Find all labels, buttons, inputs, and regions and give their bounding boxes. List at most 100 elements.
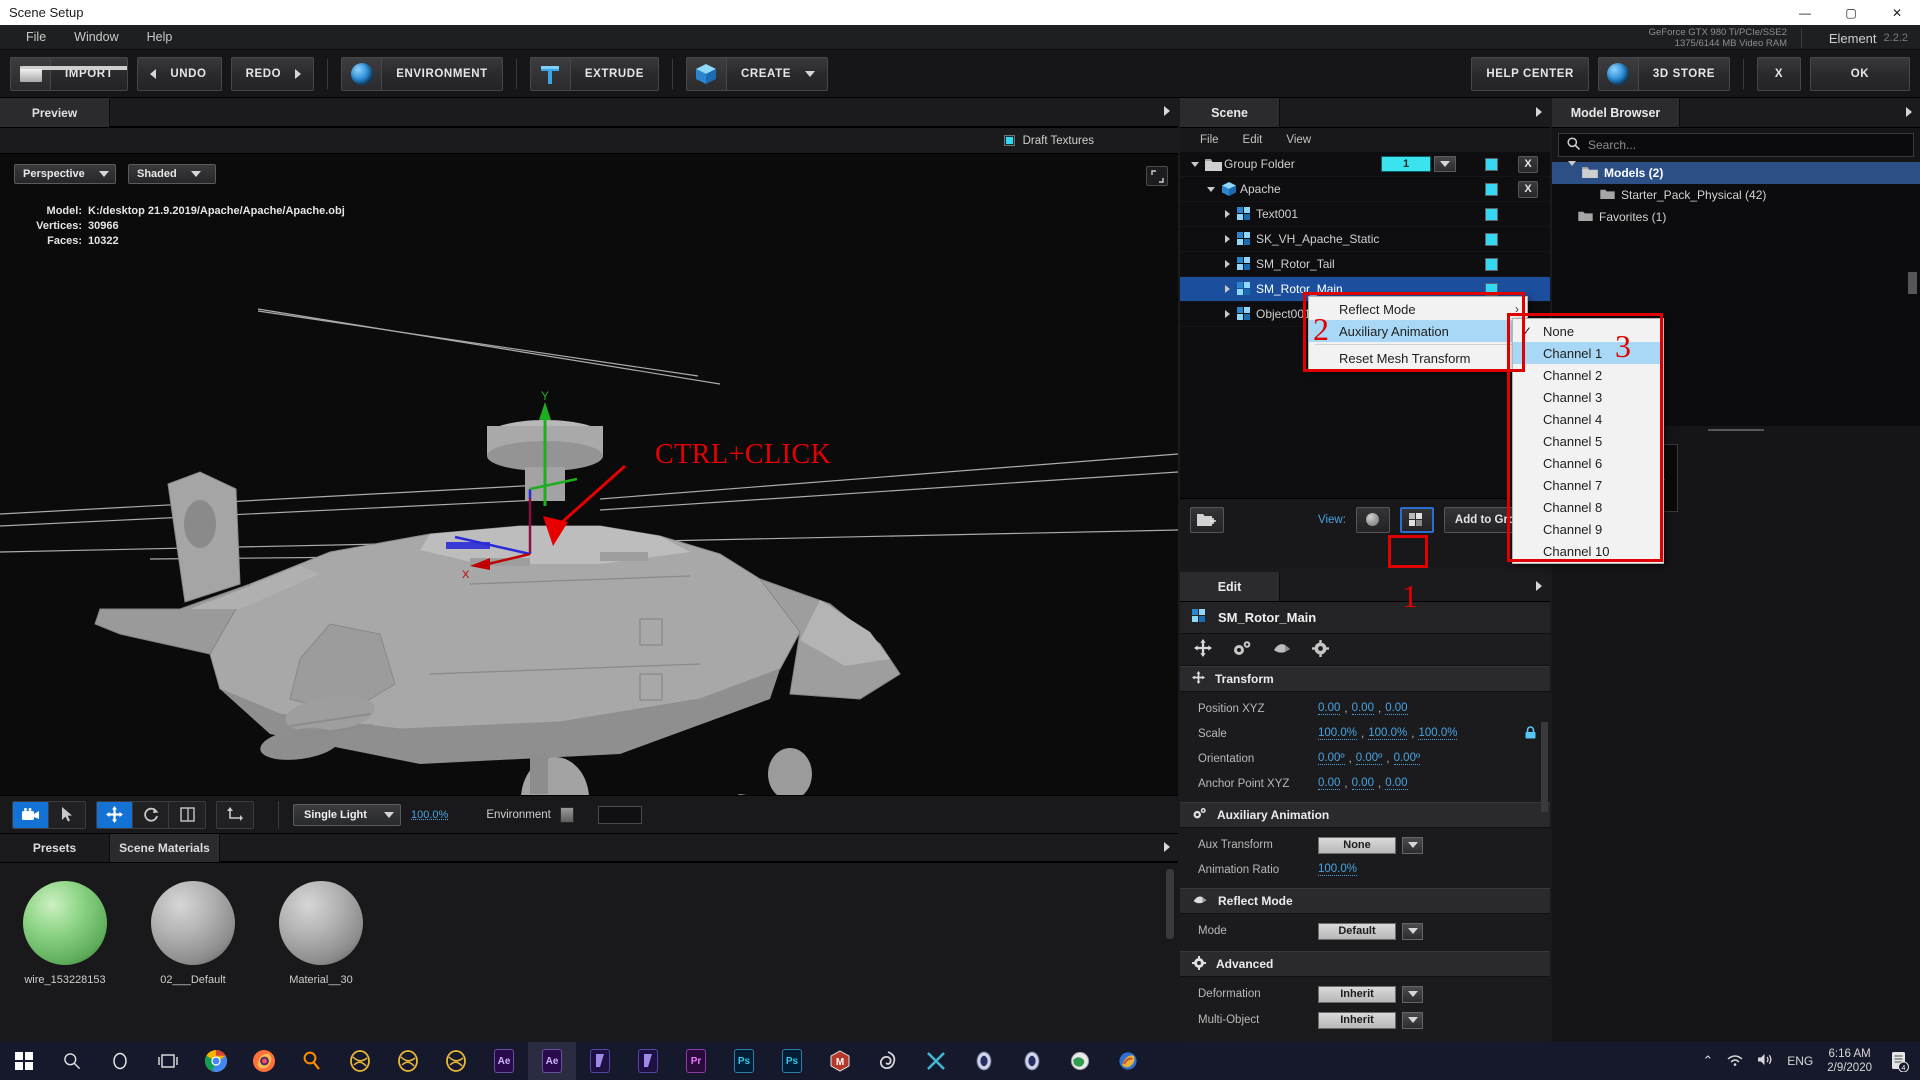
group-count-control[interactable]: 1 — [1381, 156, 1456, 172]
tab-scene[interactable]: Scene — [1180, 98, 1280, 127]
list-item[interactable]: Favorites (1) — [1552, 206, 1920, 228]
list-item[interactable]: Starter_Pack_Physical (42) — [1552, 184, 1920, 206]
anchor-z-value[interactable]: 0.00 — [1385, 777, 1408, 790]
orientation-y-value[interactable]: 0.00º — [1355, 752, 1383, 765]
cinema4d-icon[interactable] — [384, 1042, 432, 1080]
chrome-icon[interactable] — [192, 1042, 240, 1080]
fullscreen-toggle-icon[interactable] — [1146, 166, 1168, 186]
view-mesh-preview-button[interactable] — [1399, 506, 1434, 533]
mocha-icon[interactable]: M — [816, 1042, 864, 1080]
anchor-x-value[interactable]: 0.00 — [1318, 777, 1341, 790]
environment-button[interactable]: ENVIRONMENT — [341, 57, 503, 91]
model-browser-scrollbar[interactable] — [1908, 272, 1917, 294]
scale-z-value[interactable]: 100.0% — [1418, 727, 1458, 740]
media-encoder-icon[interactable] — [576, 1042, 624, 1080]
move-icon[interactable] — [1194, 639, 1212, 660]
section-reflect-mode[interactable]: Reflect Mode — [1180, 888, 1550, 914]
channel-menu-item-channel-10[interactable]: Channel 10 — [1513, 540, 1663, 562]
delete-row-button[interactable]: X — [1518, 180, 1538, 198]
panel-expand-icon[interactable] — [1536, 106, 1542, 120]
expand-toggle-icon[interactable] — [1220, 310, 1234, 318]
undo-button[interactable]: UNDO — [137, 57, 222, 91]
orientation-z-value[interactable]: 0.00º — [1393, 752, 1421, 765]
chevron-down-icon[interactable] — [1402, 836, 1423, 854]
channel-menu-item-none[interactable]: ✓ None — [1513, 320, 1663, 342]
channel-menu-item-channel-8[interactable]: Channel 8 — [1513, 496, 1663, 518]
visibility-toggle[interactable] — [1485, 232, 1498, 246]
extrude-button[interactable]: EXTRUDE — [529, 57, 659, 91]
environment-color-box[interactable] — [597, 805, 642, 824]
list-item[interactable]: Models (2) — [1552, 161, 1920, 184]
chevron-down-icon[interactable] — [1402, 985, 1423, 1003]
view-mode-dropdown[interactable]: Perspective — [14, 164, 116, 184]
expand-toggle-icon[interactable] — [1188, 161, 1202, 167]
material-item[interactable]: Material__30 — [278, 881, 364, 1040]
channel-menu-item-channel-7[interactable]: Channel 7 — [1513, 474, 1663, 496]
3d-store-button[interactable]: 3D STORE — [1597, 57, 1730, 91]
expand-toggle-icon[interactable] — [1220, 285, 1234, 293]
clock[interactable]: 6:16 AM 2/9/2020 — [1827, 1047, 1872, 1075]
channel-menu-item-channel-2[interactable]: Channel 2 — [1513, 364, 1663, 386]
chevron-down-icon[interactable] — [1402, 922, 1423, 940]
visibility-toggle[interactable] — [1485, 257, 1498, 271]
table-row[interactable]: SK_VH_Apache_Static — [1180, 227, 1550, 252]
photoshop-icon[interactable]: Ps — [768, 1042, 816, 1080]
aux-transform-dropdown[interactable]: None — [1318, 836, 1396, 854]
expand-toggle-icon[interactable] — [1204, 186, 1218, 192]
gear-icon[interactable] — [1312, 639, 1329, 660]
position-z-value[interactable]: 0.00 — [1385, 702, 1408, 715]
section-auxiliary-animation[interactable]: Auxiliary Animation — [1180, 802, 1550, 828]
import-button[interactable]: IMPORT — [10, 57, 129, 91]
move-tool-button[interactable] — [97, 801, 133, 828]
anchor-y-value[interactable]: 0.00 — [1351, 777, 1374, 790]
view-material-preview-button[interactable] — [1355, 506, 1390, 533]
table-row[interactable]: Group Folder 1 X — [1180, 152, 1550, 177]
section-advanced[interactable]: Advanced — [1180, 951, 1550, 977]
tray-chevron-icon[interactable]: ⌃ — [1702, 1053, 1713, 1069]
channel-menu-item-channel-3[interactable]: Channel 3 — [1513, 386, 1663, 408]
context-menu-item-reflect-mode[interactable]: Reflect Mode › — [1309, 298, 1527, 320]
gears-icon[interactable] — [1232, 640, 1252, 660]
rotate-tool-button[interactable] — [133, 801, 169, 828]
tab-edit[interactable]: Edit — [1180, 572, 1280, 601]
channel-menu-item-channel-4[interactable]: Channel 4 — [1513, 408, 1663, 430]
task-view-icon[interactable] — [144, 1042, 192, 1080]
lock-icon[interactable] — [1525, 725, 1536, 742]
material-item[interactable]: wire_153228153 — [22, 881, 108, 1040]
visibility-toggle[interactable] — [1485, 182, 1498, 196]
cancel-button[interactable]: X — [1757, 57, 1801, 91]
shading-mode-dropdown[interactable]: Shaded — [128, 164, 216, 184]
scene-menu-view[interactable]: View — [1274, 128, 1323, 152]
light-intensity-value[interactable]: 100.0% — [411, 809, 448, 821]
position-x-value[interactable]: 0.00 — [1318, 702, 1341, 715]
3d-viewport[interactable]: Y X Perspective Shaded Model: K:/desktop… — [0, 154, 1178, 796]
notifications-icon[interactable]: 4 — [1886, 1046, 1912, 1076]
scene-menu-edit[interactable]: Edit — [1231, 128, 1275, 152]
visibility-toggle[interactable] — [1485, 207, 1498, 221]
expand-toggle-icon[interactable] — [1220, 235, 1234, 243]
close-button[interactable]: ✕ — [1874, 0, 1920, 25]
context-menu-item-reset-mesh-transform[interactable]: Reset Mesh Transform — [1309, 347, 1527, 369]
expand-toggle-icon[interactable] — [1568, 161, 1576, 180]
channel-menu-item-channel-6[interactable]: Channel 6 — [1513, 452, 1663, 474]
deformation-dropdown[interactable]: Inherit — [1318, 985, 1396, 1003]
reflect-mode-dropdown[interactable]: Default — [1318, 922, 1396, 940]
light-preset-dropdown[interactable]: Single Light — [293, 803, 401, 826]
channel-menu-item-channel-9[interactable]: Channel 9 — [1513, 518, 1663, 540]
table-row[interactable]: Text001 — [1180, 202, 1550, 227]
material-item[interactable]: 02___Default — [150, 881, 236, 1040]
scale-tool-button[interactable] — [169, 801, 205, 828]
after-effects-icon[interactable]: Ae — [480, 1042, 528, 1080]
tab-preview[interactable]: Preview — [0, 98, 110, 127]
table-row[interactable]: SM_Rotor_Tail — [1180, 252, 1550, 277]
orientation-x-value[interactable]: 0.00º — [1318, 752, 1345, 765]
animation-ratio-value[interactable]: 100.0% — [1318, 863, 1358, 876]
media-encoder-icon[interactable] — [624, 1042, 672, 1080]
scale-y-value[interactable]: 100.0% — [1368, 727, 1408, 740]
context-menu-item-auxiliary-animation[interactable]: Auxiliary Animation › — [1309, 320, 1527, 342]
channel-menu-item-channel-1[interactable]: Channel 1 — [1513, 342, 1663, 364]
ok-button[interactable]: OK — [1810, 57, 1910, 91]
section-transform[interactable]: Transform — [1180, 666, 1550, 692]
utility-icon[interactable] — [1056, 1042, 1104, 1080]
cortana-icon[interactable] — [96, 1042, 144, 1080]
